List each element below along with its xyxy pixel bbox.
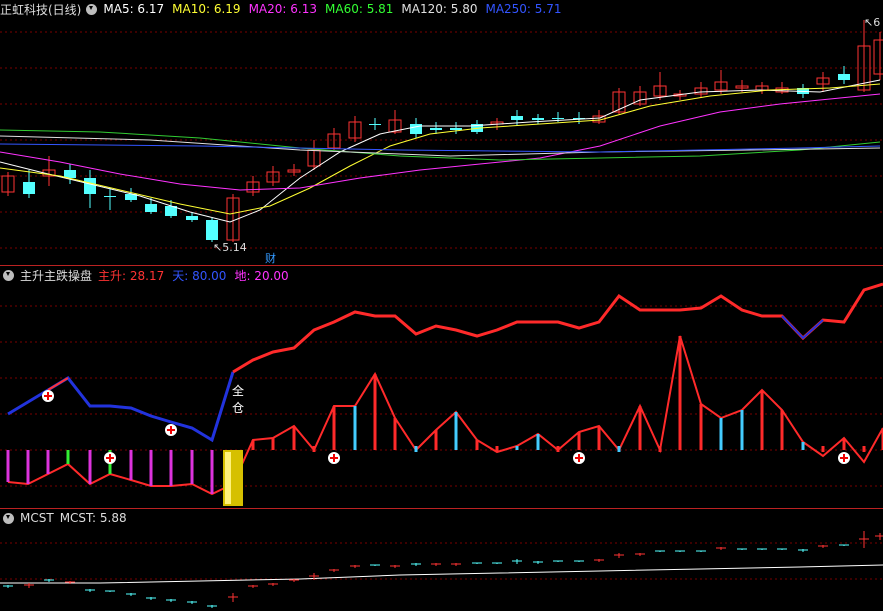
mcst-panel[interactable]: MCST MCST: 5.88 (0, 509, 883, 611)
buy-signal-icon (42, 390, 54, 402)
candle-down (838, 74, 850, 80)
buy-signal-icon (165, 424, 177, 436)
ma250-line (0, 143, 881, 153)
main-falling-line (7, 371, 235, 443)
low-arrow-icon: ↖ (213, 241, 223, 254)
candle-down (369, 124, 381, 125)
buy-signal-icon (104, 452, 116, 464)
mcst-line (0, 564, 883, 584)
candle-down (430, 128, 442, 130)
candle-down (186, 216, 198, 220)
candle-down (206, 220, 218, 240)
main-rising-line (232, 282, 883, 374)
candle-down (104, 196, 116, 197)
candle-down (145, 204, 157, 212)
indicator-chart[interactable] (0, 266, 883, 508)
candle-up (873, 39, 883, 75)
high-price-label: ↖6 (864, 16, 881, 29)
main-line-segment (47, 377, 69, 391)
candle-down (552, 118, 564, 119)
candlestick-chart[interactable] (0, 0, 883, 265)
buy-signal-icon (838, 452, 850, 464)
financial-report-marker[interactable]: 财 (265, 250, 276, 266)
zigzag-line (7, 335, 883, 496)
candle-down (64, 170, 76, 178)
low-price-label: ↖5.14 (213, 241, 247, 254)
candle-down (450, 128, 462, 130)
price-panel[interactable]: 正虹科技(日线) MA5: 6.17 MA10: 6.19 MA20: 6.13 MA… (0, 0, 883, 265)
candle-down (511, 116, 523, 120)
high-arrow-icon: ↖ (864, 16, 874, 29)
ma5-line (0, 79, 881, 223)
mcst-chart[interactable] (0, 509, 883, 611)
full-position-bar-highlight (225, 452, 231, 504)
indicator-panel[interactable]: 主升主跌操盘 主升: 28.17 天: 80.00 地: 20.00 全 仓 (0, 266, 883, 508)
buy-signal-icon (573, 452, 585, 464)
candle-down (532, 118, 544, 120)
candle-down (23, 182, 35, 194)
candle-down (84, 178, 96, 194)
signal-text-full: 全 仓 (232, 384, 245, 415)
buy-signal-icon (328, 452, 340, 464)
